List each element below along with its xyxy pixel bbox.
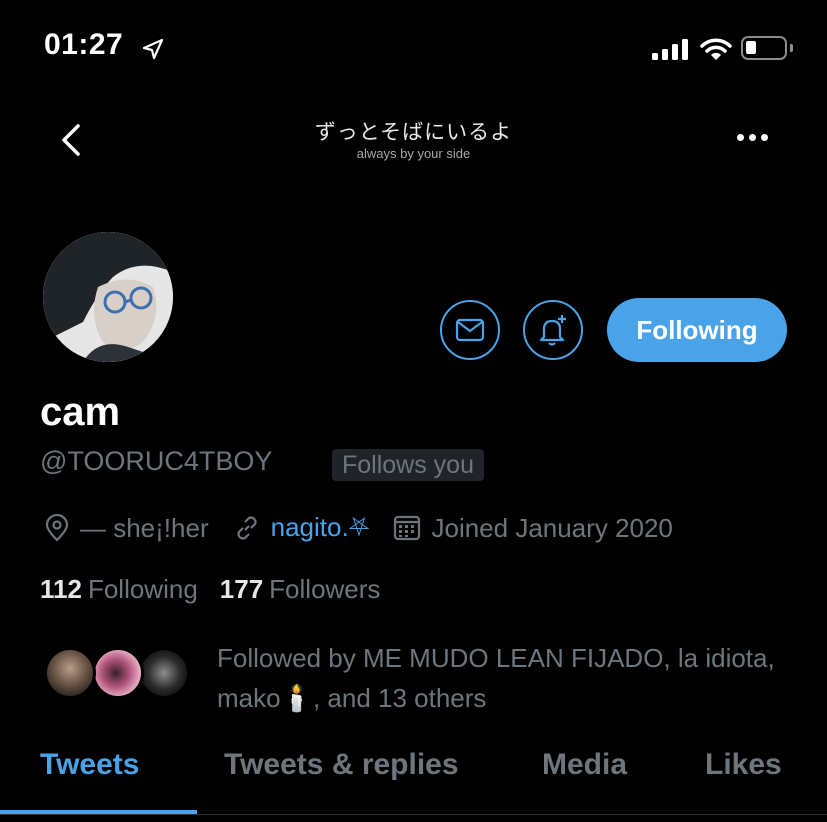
followed-by-others: , and 13 others	[312, 683, 487, 713]
location-item: — she¡!her	[44, 513, 209, 544]
signal-icon	[652, 38, 688, 60]
following-count-link[interactable]: 112 Following	[40, 574, 198, 605]
followers-count-link[interactable]: 177 Followers	[220, 574, 381, 605]
location-text: — she¡!her	[80, 512, 209, 543]
message-button[interactable]	[440, 300, 500, 360]
link-item[interactable]: nagito.⛧	[233, 512, 370, 544]
tab-tweets[interactable]: Tweets	[40, 748, 139, 782]
followed-by-text[interactable]: Followed by ME MUDO LEAN FIJADO, la idio…	[217, 638, 797, 718]
tab-likes[interactable]: Likes	[705, 748, 782, 782]
notifications-button[interactable]	[523, 300, 583, 360]
profile-tabs: Tweets Tweets & replies Media Likes	[0, 748, 827, 798]
candle-emoji: 🕯️	[280, 683, 313, 713]
header-subtitle: always by your side	[356, 146, 471, 161]
mail-icon	[455, 318, 485, 342]
tab-media[interactable]: Media	[542, 748, 627, 782]
joined-item: Joined January 2020	[393, 512, 673, 544]
battery-tip	[790, 44, 793, 52]
follower-avatar-1	[44, 647, 96, 699]
bell-plus-icon	[539, 315, 566, 346]
header-title: ずっとそばにいるよ	[314, 120, 513, 144]
location-arrow-icon	[142, 38, 164, 60]
following-button[interactable]: Following	[607, 298, 787, 362]
more-icon[interactable]	[737, 134, 768, 141]
follow-counts: 112 Following 177 Followers	[40, 574, 380, 605]
tab-divider	[0, 814, 827, 815]
avatar[interactable]	[40, 229, 176, 365]
profile-name: cam	[40, 390, 121, 434]
followers-label: Followers	[269, 574, 381, 604]
follows-you-badge: Follows you	[332, 449, 484, 481]
tab-tweets-replies[interactable]: Tweets & replies	[224, 748, 459, 782]
profile-handle: @TOORUC4TBOY	[40, 446, 273, 476]
battery-icon	[741, 36, 787, 60]
follower-avatar-3	[138, 647, 190, 699]
status-time: 01:27	[44, 28, 124, 61]
profile-meta: — she¡!her nagito.⛧ Joined January 2020	[44, 512, 697, 544]
following-count: 112	[40, 574, 82, 604]
follower-avatar-2	[92, 647, 144, 699]
following-label: Following	[87, 574, 198, 604]
followers-count: 177	[219, 574, 264, 604]
profile-link[interactable]: nagito.⛧	[271, 512, 370, 544]
calendar-icon	[394, 515, 421, 541]
location-pin-icon	[45, 514, 69, 542]
link-icon	[237, 516, 257, 540]
wifi-icon	[700, 38, 732, 60]
joined-text: Joined January 2020	[431, 512, 673, 543]
avatar-image	[43, 232, 173, 362]
